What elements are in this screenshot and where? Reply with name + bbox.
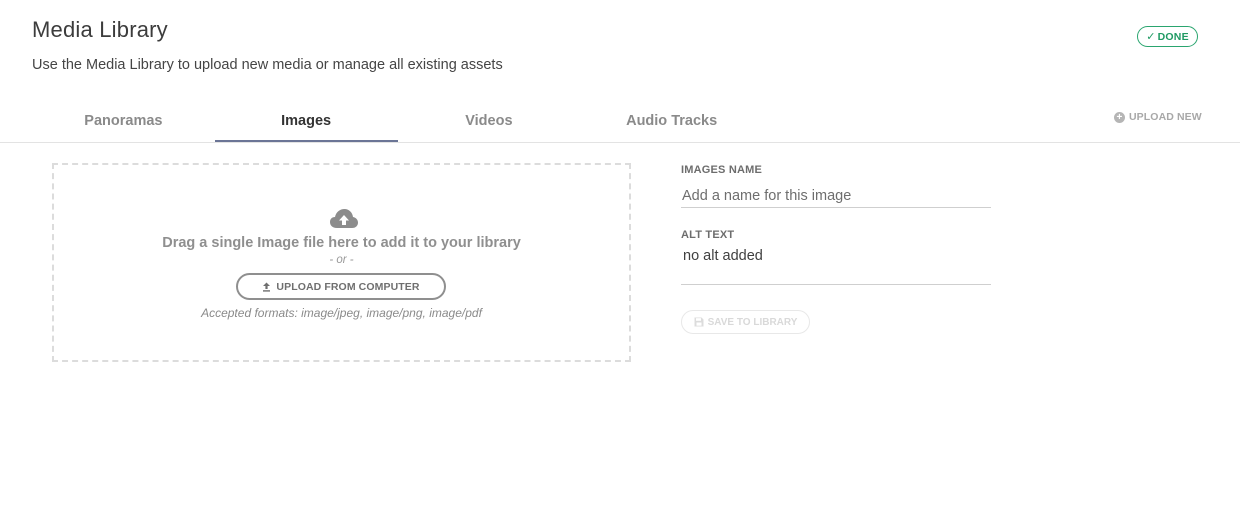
done-button[interactable]: ✓ DONE xyxy=(1137,26,1198,47)
accepted-formats: Accepted formats: image/jpeg, image/png,… xyxy=(201,306,482,320)
tab-videos[interactable]: Videos xyxy=(398,100,581,142)
done-button-label: DONE xyxy=(1157,30,1189,43)
tab-images[interactable]: Images xyxy=(214,100,398,143)
media-tabs: Panoramas Images Videos Audio Tracks xyxy=(32,100,763,143)
page-subtitle: Use the Media Library to upload new medi… xyxy=(32,57,503,73)
upload-new-label: UPLOAD NEW xyxy=(1129,111,1202,123)
alt-text-input[interactable] xyxy=(681,244,991,285)
tabs-divider xyxy=(0,142,1240,143)
alt-text-label: ALT TEXT xyxy=(681,229,735,241)
file-dropzone[interactable]: Drag a single Image file here to add it … xyxy=(52,163,631,362)
tab-label: Panoramas xyxy=(84,113,163,129)
cloud-upload-icon xyxy=(330,209,358,228)
upload-arrow-icon xyxy=(263,282,271,292)
upload-new-button[interactable]: + UPLOAD NEW xyxy=(1114,111,1202,123)
save-to-library-button[interactable]: SAVE TO LIBRARY xyxy=(681,310,810,334)
checkmark-icon: ✓ xyxy=(1146,31,1156,43)
page-title: Media Library xyxy=(32,17,168,42)
plus-circle-icon: + xyxy=(1114,111,1125,123)
tab-label: Audio Tracks xyxy=(626,113,718,129)
tab-audio-tracks[interactable]: Audio Tracks xyxy=(580,100,763,142)
dropzone-or: - or - xyxy=(329,254,354,266)
tab-panoramas[interactable]: Panoramas xyxy=(32,100,215,142)
tab-label: Images xyxy=(281,113,332,129)
image-name-input[interactable] xyxy=(681,184,991,208)
save-to-library-label: SAVE TO LIBRARY xyxy=(707,316,798,328)
tab-label: Videos xyxy=(465,113,513,129)
upload-from-computer-button[interactable]: UPLOAD FROM COMPUTER xyxy=(236,273,446,300)
image-name-label: IMAGES NAME xyxy=(681,164,763,176)
floppy-disk-icon xyxy=(694,317,704,327)
dropzone-instructions: Drag a single Image file here to add it … xyxy=(162,235,521,251)
media-library-page: Media Library Use the Media Library to u… xyxy=(0,0,1240,514)
upload-from-computer-label: UPLOAD FROM COMPUTER xyxy=(276,280,420,293)
